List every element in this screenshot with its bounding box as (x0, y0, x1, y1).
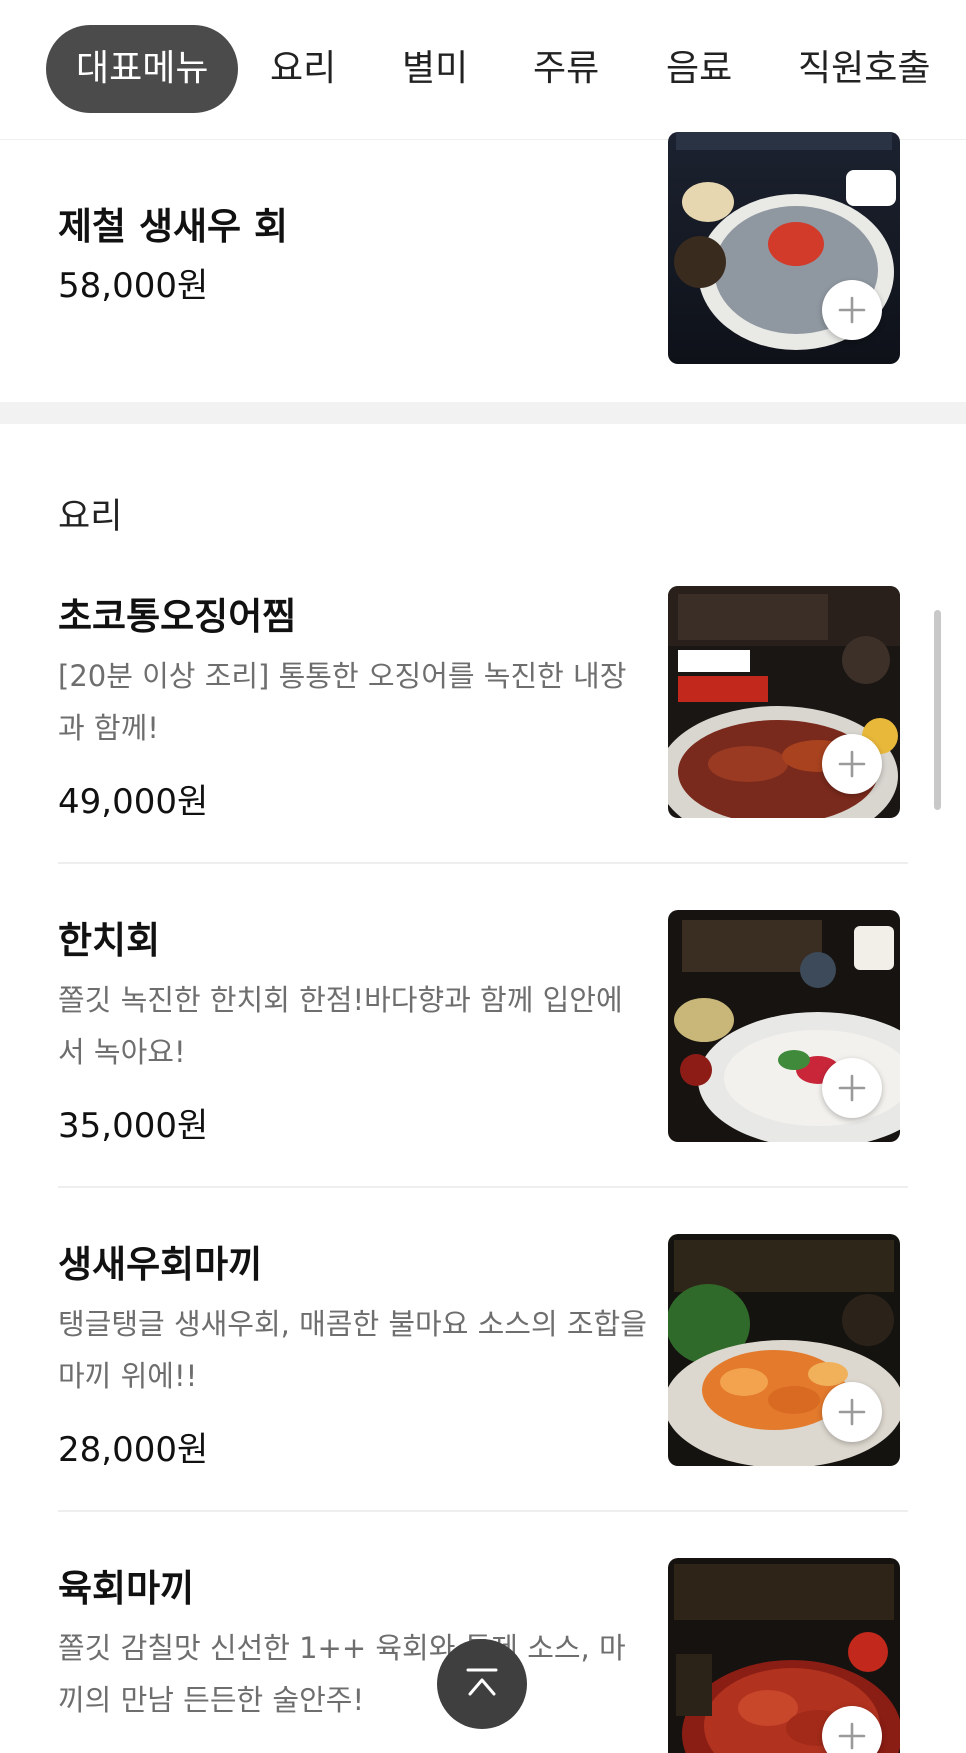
item-description: 탱글탱글 생새우회, 매콤한 불마요 소스의 조합을 마끼 위에!! (58, 1307, 647, 1393)
section-separator (0, 402, 966, 424)
divider (58, 862, 908, 864)
item-description: [20분 이상 조리] 통통한 오징어를 녹진한 내장과 함께! (58, 659, 627, 745)
item-name: 육회마끼 (58, 1567, 195, 1610)
plus-icon (838, 296, 866, 324)
add-to-cart-button[interactable] (822, 1382, 882, 1442)
plus-icon (838, 750, 866, 778)
section-title: 요리 (58, 497, 123, 537)
item-name: 제철 생새우 회 (58, 205, 289, 248)
chevron-up-icon (466, 1668, 498, 1696)
item-name: 초코통오징어찜 (58, 595, 297, 638)
plus-icon (838, 1722, 866, 1750)
item-description: 쫄깃 녹진한 한치회 한점!바다향과 함께 입안에서 녹아요! (58, 983, 623, 1069)
item-price: 58,000원 (58, 266, 209, 306)
tab-call-staff[interactable]: 직원호출 (798, 25, 930, 113)
item-price: 49,000원 (58, 782, 209, 822)
divider (58, 1186, 908, 1188)
scrollbar[interactable] (934, 610, 941, 810)
item-name: 생새우회마끼 (58, 1243, 263, 1286)
category-tab-bar: 대표메뉴 요리 별미 주류 음료 직원호출 (0, 0, 966, 140)
scroll-to-top-button[interactable] (437, 1639, 527, 1729)
item-price: 35,000원 (58, 1106, 209, 1146)
divider (58, 1510, 908, 1512)
tab-beverages[interactable]: 음료 (666, 25, 732, 113)
plus-icon (838, 1074, 866, 1102)
tab-liquor[interactable]: 주류 (533, 25, 599, 113)
plus-icon (838, 1398, 866, 1426)
item-price: 28,000원 (58, 1430, 209, 1470)
item-description: 쫄깃 감칠맛 신선한 1++ 육회와 특제 소스, 마끼의 만남 든든한 술안주… (58, 1631, 626, 1717)
add-to-cart-button[interactable] (822, 1058, 882, 1118)
tab-dishes[interactable]: 요리 (270, 25, 336, 113)
add-to-cart-button[interactable] (822, 280, 882, 340)
item-name: 한치회 (58, 919, 161, 962)
tab-signature-menu[interactable]: 대표메뉴 (46, 25, 239, 113)
add-to-cart-button[interactable] (822, 734, 882, 794)
tab-specials[interactable]: 별미 (402, 25, 468, 113)
